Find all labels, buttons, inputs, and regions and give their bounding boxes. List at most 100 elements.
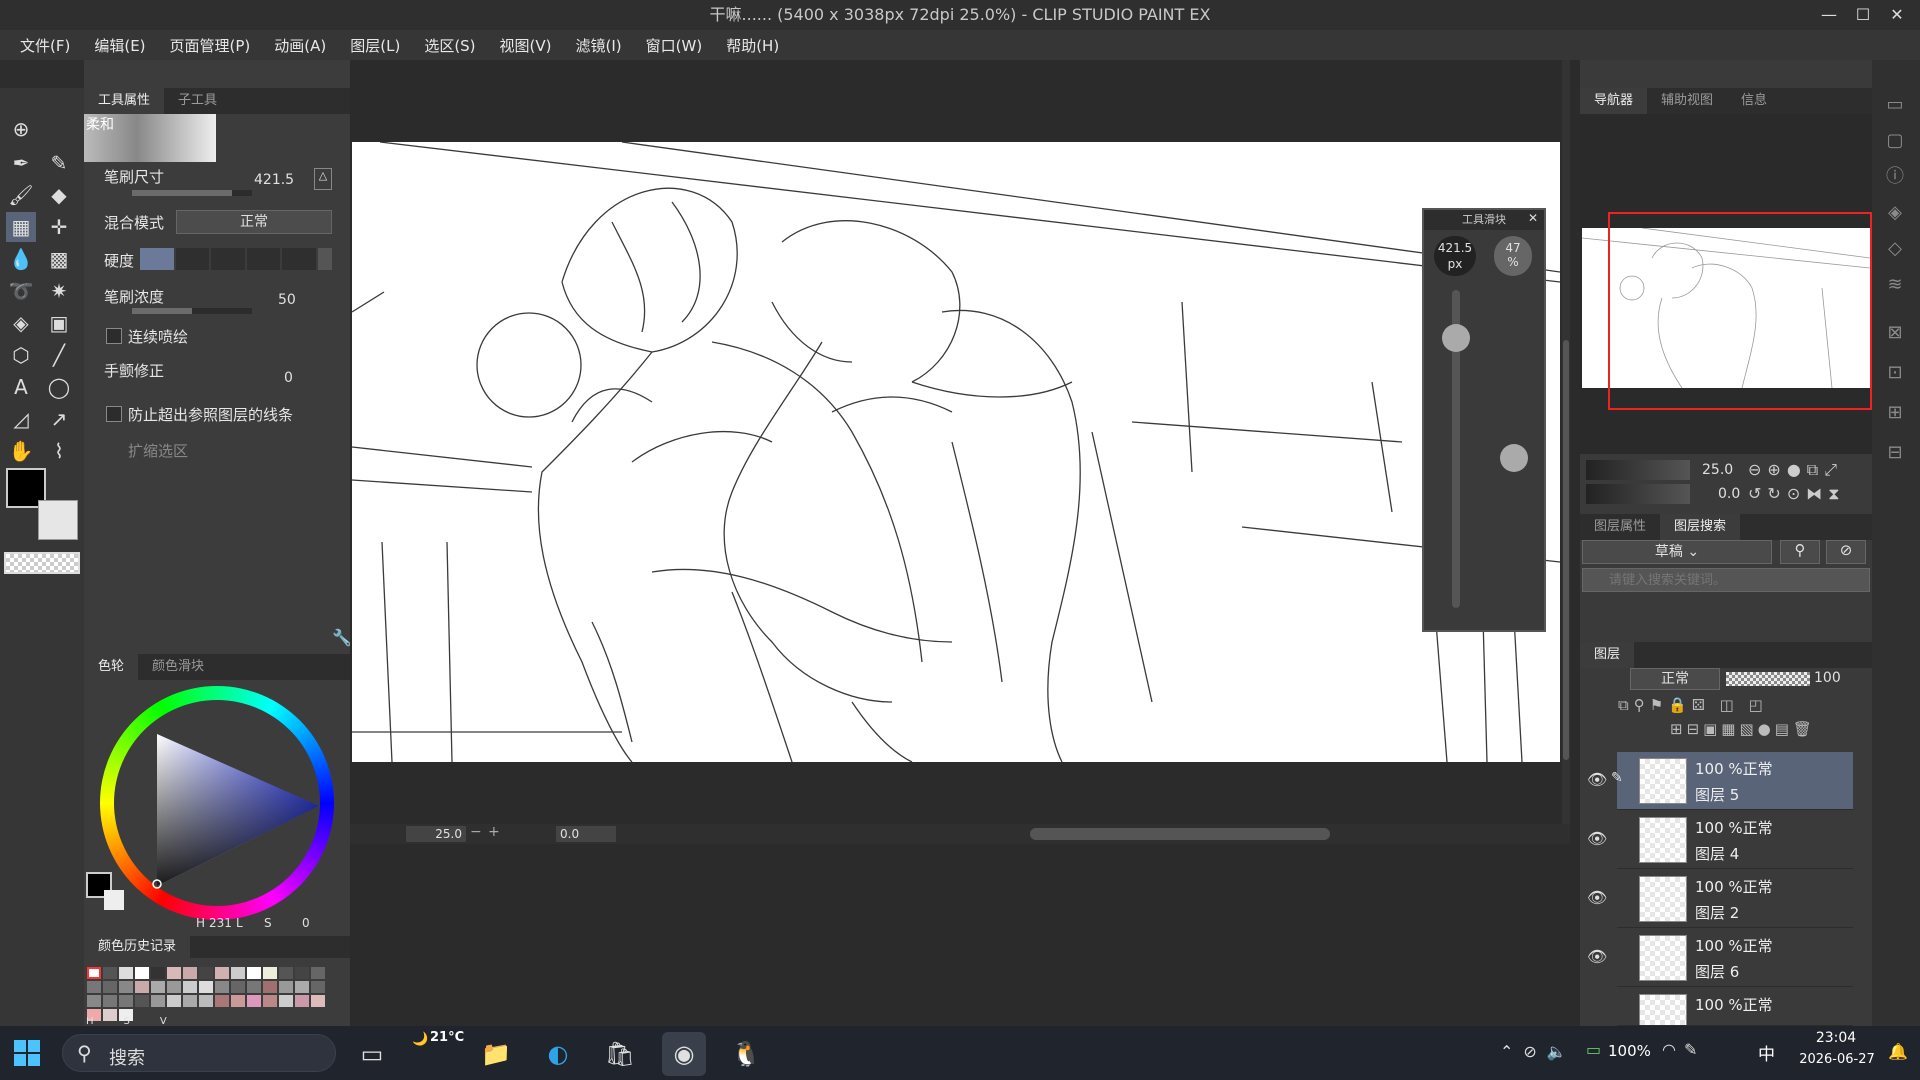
brush-size-slider[interactable] [132, 190, 252, 196]
tab-sub-tool[interactable]: 子工具 [164, 88, 231, 114]
magic-wand-icon[interactable]: ✷ [44, 276, 74, 306]
density-slider-thumb[interactable] [1500, 444, 1528, 472]
navigator-rotate-buttons[interactable]: ↺↻⊙⧓⧗ [1748, 484, 1845, 504]
balloon-tool-icon[interactable]: ◯ [44, 372, 74, 402]
eyedropper-tool-icon[interactable]: ⌇ [44, 436, 74, 466]
eraser-tool-icon[interactable]: ◆ [44, 180, 74, 210]
start-button-icon[interactable] [14, 1040, 40, 1066]
stabilize-value[interactable]: 0 [284, 370, 293, 386]
zoom-in-icon[interactable]: + [488, 824, 500, 840]
hardness-selector[interactable] [140, 248, 332, 270]
qq-icon[interactable]: 🐧 [724, 1032, 768, 1076]
brush-size-value[interactable]: 421.5 [254, 172, 294, 188]
tool-slider-close-icon[interactable]: ✕ [1528, 211, 1538, 225]
navigator-view[interactable] [1580, 114, 1872, 454]
blend-tool-icon[interactable]: 💧 [6, 244, 36, 274]
filter-clear-icon[interactable]: ⊘ [1826, 540, 1866, 564]
layer-search-icon[interactable]: ◇ [1878, 234, 1912, 264]
menu-window[interactable]: 窗口(W) [634, 35, 715, 56]
color-history-swatches[interactable] [86, 966, 336, 1021]
filter-options-icon[interactable]: ⚲ [1780, 540, 1820, 564]
zoom-out-icon[interactable]: − [470, 824, 482, 840]
maximize-button[interactable]: ☐ [1846, 0, 1880, 30]
tab-layer-property[interactable]: 图层属性 [1580, 514, 1660, 540]
clock-time[interactable]: 23:04 [1806, 1030, 1866, 1046]
navigator-angle-slider[interactable] [1586, 484, 1690, 504]
clip-studio-icon[interactable]: ◉ [662, 1032, 706, 1076]
tab-sub-view[interactable]: 辅助视图 [1647, 88, 1727, 114]
density-value[interactable]: 50 [278, 292, 296, 308]
continuous-checkbox[interactable] [106, 328, 122, 344]
layer-item-5[interactable]: 👁 100 %正常 [1617, 988, 1853, 1026]
menu-filter[interactable]: 滤镜(I) [564, 35, 634, 56]
transparent-color-swatch[interactable] [4, 552, 80, 574]
grid-tool-icon[interactable]: ▩ [44, 244, 74, 274]
frame-tool-icon[interactable]: ◿ [6, 404, 36, 434]
menu-help[interactable]: 帮助(H) [714, 35, 791, 56]
layer-opacity-slider[interactable] [1726, 672, 1810, 686]
layers-icon[interactable]: ≋ [1878, 270, 1912, 300]
sub-color-swatch[interactable] [38, 500, 78, 540]
subview-panel-icon[interactable]: ▢ [1878, 126, 1912, 156]
visibility-eye-icon[interactable]: 👁 [1587, 770, 1607, 789]
operation-tool-icon[interactable]: ⊕ [6, 114, 36, 144]
menu-file[interactable]: 文件(F) [8, 35, 82, 56]
layer-item-1[interactable]: 👁 ✎ 100 %正常 图层 5 [1587, 752, 1853, 810]
navigator-zoom-slider[interactable] [1586, 460, 1690, 480]
menu-selection[interactable]: 选区(S) [412, 35, 487, 56]
fill-tool-icon[interactable]: ◈ [6, 308, 36, 338]
material-3-icon[interactable]: ⊞ [1878, 398, 1912, 428]
notification-bell-icon[interactable]: 🔔 [1888, 1042, 1908, 1061]
tab-color-wheel[interactable]: 色轮 [84, 654, 139, 680]
menu-edit[interactable]: 编辑(E) [82, 35, 157, 56]
task-view-icon[interactable]: ▭ [350, 1032, 394, 1076]
layer-opacity-value[interactable]: 100 [1814, 670, 1841, 686]
text-tool-icon[interactable]: A [6, 372, 36, 402]
hand-tool-icon[interactable]: ✋ [6, 436, 36, 466]
settings-wrench-icon[interactable]: 🔧 [332, 628, 352, 647]
visibility-eye-icon[interactable]: 👁 [1587, 829, 1607, 848]
canvas[interactable] [352, 142, 1560, 762]
material-2-icon[interactable]: ⊡ [1878, 358, 1912, 388]
navigator-zoom-value[interactable]: 25.0 [1702, 462, 1733, 478]
size-slider-thumb[interactable] [1442, 324, 1470, 352]
taskbar-search[interactable]: ⚲ 搜索 [62, 1034, 336, 1072]
clock-date[interactable]: 2026-06-27 [1794, 1052, 1880, 1067]
pen-tool-icon[interactable]: ✒ [6, 148, 36, 178]
menu-view[interactable]: 视图(V) [488, 35, 564, 56]
tab-info[interactable]: 信息 [1727, 88, 1781, 114]
navigator-zoom-buttons[interactable]: ⊖⊕●⧉⤢ [1748, 460, 1843, 480]
layer-item-2[interactable]: 👁 100 %正常 图层 4 [1587, 811, 1853, 869]
edge-browser-icon[interactable]: ◐ [536, 1032, 580, 1076]
gradient-tool-icon[interactable]: ▣ [44, 308, 74, 338]
tab-tool-property[interactable]: 工具属性 [84, 88, 165, 114]
airbrush-tool-icon[interactable]: ▦ [6, 212, 36, 242]
prevent-overflow-checkbox[interactable] [106, 406, 122, 422]
visibility-eye-icon[interactable]: 👁 [1587, 888, 1607, 907]
navigator-viewport-frame[interactable] [1608, 212, 1872, 410]
store-icon[interactable]: 🛍 [598, 1032, 642, 1076]
ime-indicator[interactable]: 中 [1758, 1040, 1775, 1065]
info-panel-icon[interactable]: ⓘ [1878, 162, 1912, 192]
file-explorer-icon[interactable]: 📁 [474, 1032, 518, 1076]
size-stepper-icon[interactable]: △ [314, 168, 332, 190]
layer-blend-select[interactable]: 正常 [1630, 668, 1720, 690]
vertical-scrollbar[interactable] [1562, 60, 1570, 824]
color-sub-mini[interactable] [104, 890, 124, 910]
brush-tool-icon[interactable]: 🖌 [6, 180, 36, 210]
navigator-panel-icon[interactable]: ▭ [1878, 90, 1912, 120]
network-pen-icons[interactable]: ◠✎ [1662, 1040, 1705, 1059]
weather-icon[interactable]: 🌙 [412, 1032, 428, 1047]
pencil-tool-icon[interactable]: ✎ [44, 148, 74, 178]
battery-icon[interactable]: ▭ [1586, 1040, 1601, 1059]
hue-ring[interactable] [100, 686, 334, 920]
layer-tools-row-1[interactable]: ⧉⚲⚑🔒⚄ ◫ ◰ [1618, 696, 1768, 714]
visibility-eye-icon[interactable]: 👁 [1587, 947, 1607, 966]
density-slider[interactable] [132, 308, 252, 314]
shape-tool-icon[interactable]: ⬡ [6, 340, 36, 370]
tab-layer-search[interactable]: 图层搜索 [1660, 514, 1741, 540]
line-tool-icon[interactable]: ╱ [44, 340, 74, 370]
tab-navigator[interactable]: 导航器 [1580, 88, 1648, 114]
layer-tools-row-2[interactable]: ⊞⊟▣▦▧●▤🗑 [1670, 720, 1816, 738]
move-layer-icon[interactable]: ✛ [44, 212, 74, 242]
